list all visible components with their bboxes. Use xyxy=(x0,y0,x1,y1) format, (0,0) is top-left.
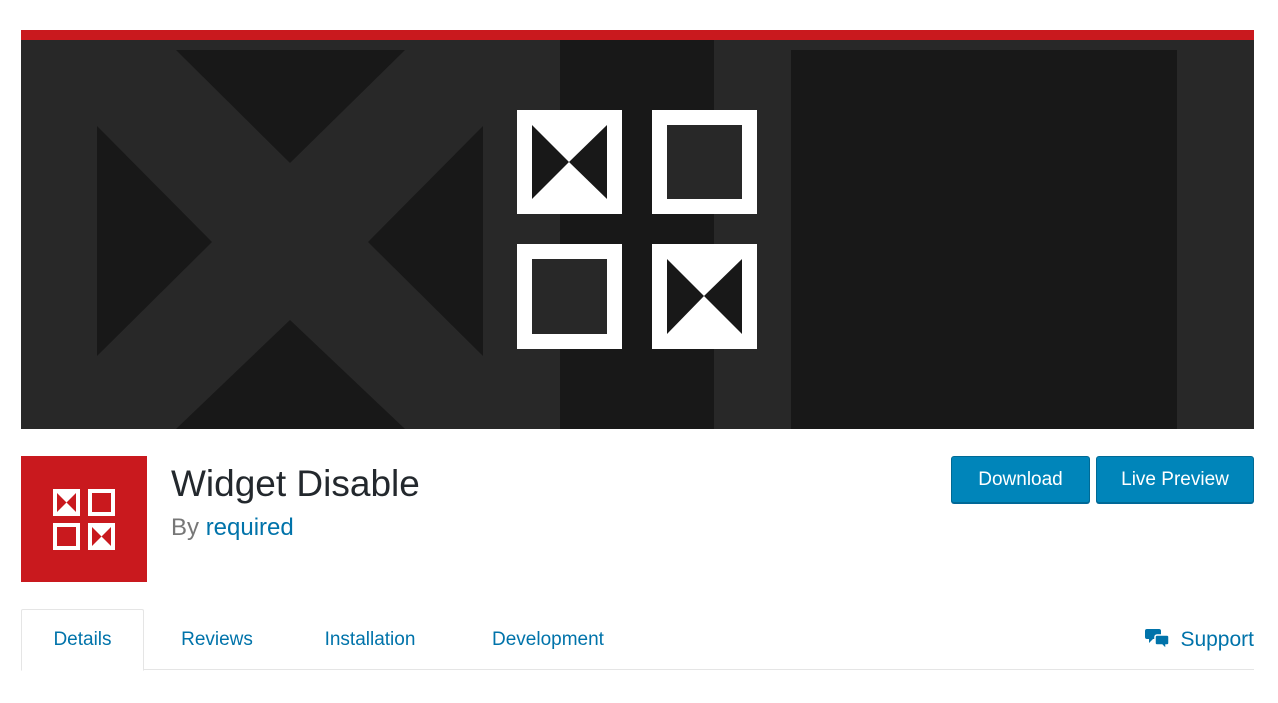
author-prefix: By xyxy=(171,514,200,541)
widget-grid-icon xyxy=(53,489,115,550)
support-link[interactable]: Support xyxy=(1145,609,1254,671)
tab-details[interactable]: Details xyxy=(21,609,144,671)
author-link[interactable]: required xyxy=(206,514,294,541)
download-button[interactable]: Download xyxy=(951,456,1090,503)
speech-bubbles-icon xyxy=(1145,625,1171,652)
banner-red-stripe xyxy=(21,30,1254,40)
tab-reviews[interactable]: Reviews xyxy=(166,609,268,671)
plugin-page: Widget Disable By required Download Live… xyxy=(0,0,1278,703)
plugin-author: By required xyxy=(171,512,294,544)
banner-graphic xyxy=(21,30,1254,429)
tab-installation[interactable]: Installation xyxy=(305,609,435,671)
tab-development[interactable]: Development xyxy=(472,609,624,671)
plugin-banner xyxy=(21,30,1254,429)
live-preview-button[interactable]: Live Preview xyxy=(1096,456,1254,503)
plugin-title: Widget Disable xyxy=(171,463,420,504)
plugin-icon xyxy=(21,456,147,582)
support-label: Support xyxy=(1180,628,1254,651)
